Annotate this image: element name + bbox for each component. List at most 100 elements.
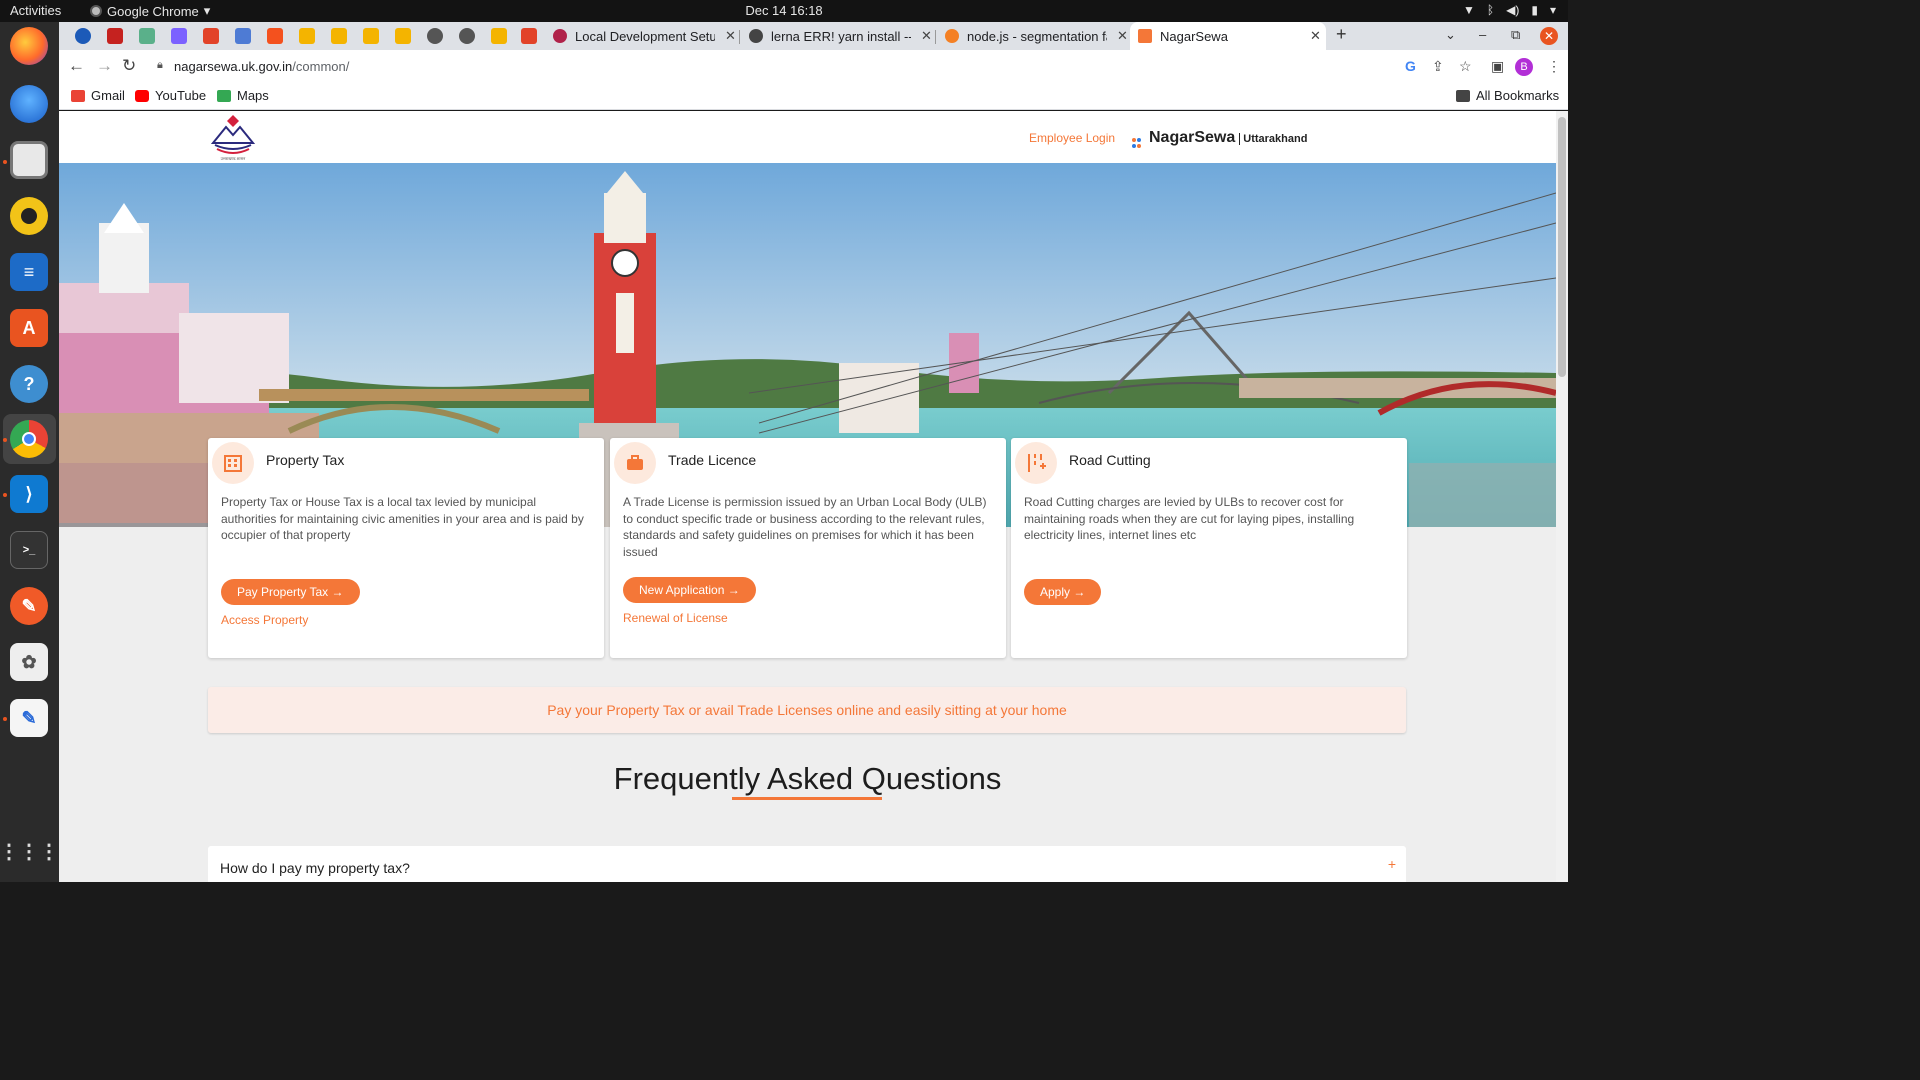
bookmark-star-icon[interactable]: ☆ [1459, 58, 1472, 75]
app-menu[interactable]: Google Chrome ▾ [90, 3, 210, 19]
url-host: nagarsewa.uk.gov.in [174, 59, 293, 74]
pinned-tab-icon[interactable] [459, 28, 475, 44]
browser-toolbar: ← → ↻ 🔒︎ nagarsewa.uk.gov.in/common/ G ⇪… [59, 50, 1568, 84]
youtube-icon [135, 89, 149, 102]
google-lens-icon[interactable]: G [1405, 58, 1416, 74]
text-editor-icon[interactable]: ✎ [10, 699, 48, 737]
chrome-icon[interactable] [10, 420, 48, 458]
pinned-tab-icon[interactable] [267, 28, 283, 44]
page-scrollbar[interactable] [1556, 111, 1568, 882]
vscode-icon[interactable]: ⟩ [10, 475, 48, 513]
bookmark-maps[interactable]: Maps [217, 88, 269, 103]
pay-property-tax-button[interactable]: Pay Property Tax → [221, 579, 360, 605]
close-icon[interactable]: ✕ [1117, 28, 1128, 44]
pinned-tab-icon[interactable] [171, 28, 187, 44]
window-close-button[interactable]: ✕ [1540, 27, 1558, 45]
tab-favicon [553, 29, 567, 43]
pinned-tab-icon[interactable] [521, 28, 537, 44]
bookmark-youtube[interactable]: YouTube [135, 88, 206, 103]
property-tax-card: Property Tax Property Tax or House Tax i… [208, 438, 604, 658]
renewal-of-license-link[interactable]: Renewal of License [623, 611, 728, 625]
terminal-icon[interactable]: >_ [10, 531, 48, 569]
wifi-icon: ▼ [1463, 3, 1475, 17]
show-apps-icon[interactable]: ⋮⋮⋮ [0, 832, 59, 870]
system-tray[interactable]: ▼ ᛒ ◀) ▮ ▾ [1463, 3, 1556, 17]
battery-icon: ▮ [1531, 3, 1538, 17]
url-path: /common/ [292, 59, 350, 74]
share-icon[interactable]: ⇪ [1432, 58, 1444, 75]
tab-favicon [945, 29, 959, 43]
pinned-tab-icon[interactable] [235, 28, 251, 44]
close-icon[interactable]: ✕ [921, 28, 932, 44]
tab-title: Local Development Setup [575, 28, 715, 44]
pinned-tab-icon[interactable] [395, 28, 411, 44]
side-panel-icon[interactable]: ▣ [1491, 58, 1504, 75]
pen-tool-icon[interactable]: ✎ [10, 587, 48, 625]
brand-logo[interactable]: NagarSewa Uttarakhand [1132, 129, 1307, 148]
pinned-tab-icon[interactable] [203, 28, 219, 44]
activities-button[interactable]: Activities [10, 3, 61, 18]
help-icon[interactable]: ? [10, 365, 48, 403]
tab-favicon [1138, 29, 1152, 43]
menu-kebab-icon[interactable]: ⋮ [1547, 58, 1561, 75]
employee-login-link[interactable]: Employee Login [1029, 131, 1115, 145]
gimp-icon[interactable]: ✿ [10, 643, 48, 681]
tab-lerna-err[interactable]: lerna ERR! yarn install --mutex ✕ [741, 22, 933, 50]
faq-accordion-item[interactable]: How do I pay my property tax? + [208, 846, 1406, 882]
scrollbar-thumb[interactable] [1558, 117, 1566, 377]
files-icon[interactable] [10, 141, 48, 179]
app-center-icon[interactable]: A [10, 309, 48, 347]
brand-state: Uttarakhand [1239, 133, 1307, 145]
faq-heading-underline [732, 797, 882, 800]
uttarakhand-emblem-icon: उत्तराखण्ड शासन [210, 115, 256, 161]
pinned-tab-icon[interactable] [107, 28, 123, 44]
bookmark-label: Maps [237, 88, 269, 103]
address-bar[interactable]: 🔒︎ nagarsewa.uk.gov.in/common/ [147, 54, 1517, 80]
pinned-tab-icon[interactable] [491, 28, 507, 44]
bookmark-gmail[interactable]: Gmail [71, 88, 125, 103]
dock: ≡ A ? ⟩ >_ ✎ ✿ ✎ ⋮⋮⋮ [0, 22, 59, 882]
tab-title: NagarSewa [1160, 28, 1228, 44]
close-icon[interactable]: ✕ [1310, 28, 1321, 44]
clock[interactable]: Dec 14 16:18 [745, 3, 822, 18]
firefox-icon[interactable] [10, 27, 48, 65]
bookmark-label: Gmail [91, 88, 125, 103]
lock-icon[interactable]: 🔒︎ [157, 59, 163, 72]
forward-button[interactable]: → [96, 56, 113, 76]
close-icon[interactable]: ✕ [725, 28, 736, 44]
apply-button[interactable]: Apply → [1024, 579, 1102, 605]
pinned-tab-icon[interactable] [75, 28, 91, 44]
rhythmbox-icon[interactable] [10, 197, 48, 235]
back-button[interactable]: ← [68, 56, 85, 76]
emblem-caption: उत्तराखण्ड शासन [221, 156, 247, 161]
site-header: उत्तराखण्ड शासन Employee Login NagarSewa… [59, 111, 1556, 163]
pinned-tab-icon[interactable] [139, 28, 155, 44]
minimize-button[interactable]: – [1479, 27, 1486, 42]
profile-avatar[interactable]: B [1515, 58, 1533, 76]
reload-button[interactable]: ↻ [122, 56, 136, 76]
card-description: A Trade License is permission issued by … [623, 495, 987, 559]
expand-plus-icon[interactable]: + [1388, 856, 1396, 872]
all-bookmarks-button[interactable]: All Bookmarks [1456, 88, 1559, 103]
pinned-tab-icon[interactable] [363, 28, 379, 44]
new-tab-button[interactable]: + [1336, 24, 1347, 45]
brand-name: NagarSewa [1149, 129, 1236, 146]
new-application-button[interactable]: New Application → [623, 577, 756, 603]
pinned-tab-icon[interactable] [299, 28, 315, 44]
pinned-tab-icon[interactable] [331, 28, 347, 44]
tab-search-icon[interactable]: ⌄ [1445, 27, 1456, 43]
thunderbird-icon[interactable] [10, 85, 48, 123]
tab-local-development[interactable]: Local Development Setup ✕ [545, 22, 737, 50]
url-text: nagarsewa.uk.gov.in/common/ [174, 59, 349, 74]
tab-node-segfault[interactable]: node.js - segmentation fault ✕ [937, 22, 1129, 50]
writer-icon[interactable]: ≡ [10, 253, 48, 291]
page-viewport: उत्तराखण्ड शासन Employee Login NagarSewa… [59, 111, 1556, 882]
tab-nagarsewa[interactable]: NagarSewa ✕ [1130, 22, 1326, 50]
chevron-down-icon: ▾ [203, 3, 211, 18]
maps-icon [217, 89, 231, 102]
restore-button[interactable]: ⧉ [1511, 27, 1520, 43]
access-property-link[interactable]: Access Property [221, 613, 308, 627]
pinned-tab-icon[interactable] [427, 28, 443, 44]
bookmarks-bar: Gmail YouTube Maps All Bookmarks [59, 84, 1568, 110]
all-bookmarks-label: All Bookmarks [1476, 88, 1560, 103]
